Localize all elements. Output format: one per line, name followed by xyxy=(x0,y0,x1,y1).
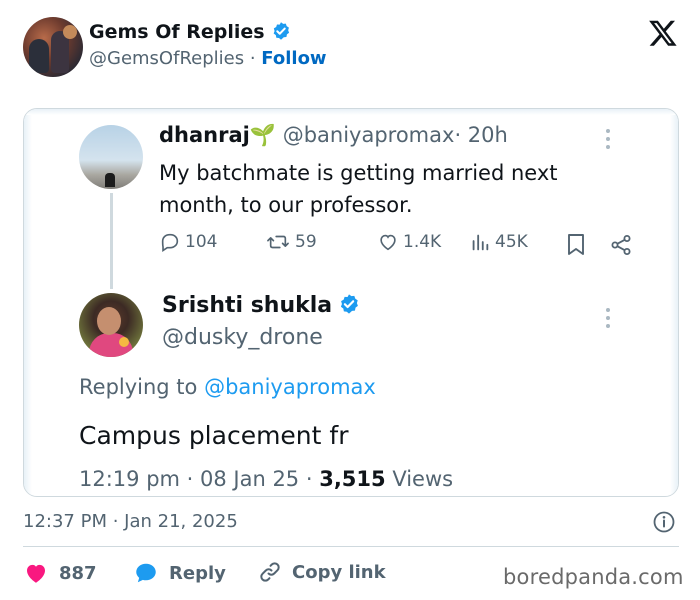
tweet2-views-label: Views xyxy=(385,467,454,491)
copy-link-label: Copy link xyxy=(292,561,386,583)
tweet2-time: 12:19 pm · 08 Jan 25 · xyxy=(79,467,320,491)
copy-link-button[interactable]: Copy link xyxy=(258,560,386,584)
tweet1-like-count: 1.4K xyxy=(403,232,442,252)
tweet1-name: dhanraj xyxy=(159,123,250,147)
tweet1-reply-count: 104 xyxy=(185,232,218,252)
x-logo-icon[interactable] xyxy=(648,18,678,48)
heart-filled-icon xyxy=(27,564,45,583)
tweet1-header: dhanraj🌱 @baniyapromax· 20h xyxy=(159,123,508,148)
link-icon xyxy=(260,562,280,582)
share-icon xyxy=(611,235,631,255)
footer-divider xyxy=(23,546,679,547)
watermark: boredpanda.com xyxy=(503,565,684,589)
tweet2-more-icon xyxy=(605,308,611,330)
reply-icon xyxy=(161,233,179,252)
author-handle-row: @GemsOfReplies · Follow xyxy=(89,48,327,69)
dhanraj-avatar xyxy=(79,125,143,189)
heart-outline-icon xyxy=(380,234,396,251)
handle-separator: · xyxy=(249,48,256,69)
srishti-avatar xyxy=(79,293,143,357)
tweet1-view-count: 45K xyxy=(495,232,528,252)
seedling-emoji: 🌱 xyxy=(249,123,276,147)
reply-label: Reply xyxy=(169,562,226,584)
tweet2-handle: @dusky_drone xyxy=(162,325,323,350)
views-chart-icon xyxy=(472,234,489,251)
tweet2-meta: 12:19 pm · 08 Jan 25 · 3,515 Views xyxy=(79,467,453,491)
like-button[interactable]: 887 xyxy=(23,560,97,586)
like-count: 887 xyxy=(59,562,97,584)
verified-badge-icon xyxy=(273,22,289,40)
author-name-row[interactable]: Gems Of Replies xyxy=(89,21,291,43)
bookmark-icon xyxy=(568,234,584,255)
tweet1-age: · 20h xyxy=(454,123,508,147)
author-handle[interactable]: @GemsOfReplies xyxy=(89,48,244,69)
replying-prefix: Replying to xyxy=(79,375,205,399)
info-icon[interactable] xyxy=(652,510,676,534)
tweet1-views: 45K xyxy=(469,231,528,253)
replying-to: Replying to @baniyapromax xyxy=(79,375,376,399)
embedded-screenshot[interactable]: dhanraj🌱 @baniyapromax· 20h My batchmate… xyxy=(23,108,679,497)
tweet1-replies: 104 xyxy=(159,231,217,253)
thread-line xyxy=(110,193,113,289)
reply-bubble-icon xyxy=(136,563,156,583)
tweet2-text: Campus placement fr xyxy=(79,421,349,450)
tweet1-repost-count: 59 xyxy=(295,232,317,252)
tweet1-text: My batchmate is getting married next mon… xyxy=(159,161,558,217)
tweet1-handle: @baniyapromax xyxy=(282,123,455,147)
tweet1-likes: 1.4K xyxy=(377,231,441,253)
tweet2-name: Srishti shukla xyxy=(162,293,333,318)
replying-mention: @baniyapromax xyxy=(204,375,376,399)
reply-button[interactable]: Reply xyxy=(133,560,226,586)
author-avatar[interactable] xyxy=(23,17,83,77)
tweet1-more-icon xyxy=(605,129,611,151)
tweet1-reposts: 59 xyxy=(265,231,317,253)
tweet2-views-count: 3,515 xyxy=(319,467,386,491)
tweet2-verified-badge-icon xyxy=(341,294,359,314)
repost-icon xyxy=(267,235,289,249)
author-name[interactable]: Gems Of Replies xyxy=(89,21,265,43)
follow-button[interactable]: Follow xyxy=(261,48,326,69)
tweet2-name-row: Srishti shukla xyxy=(162,293,360,318)
tweet-timestamp[interactable]: 12:37 PM · Jan 21, 2025 xyxy=(23,511,238,532)
